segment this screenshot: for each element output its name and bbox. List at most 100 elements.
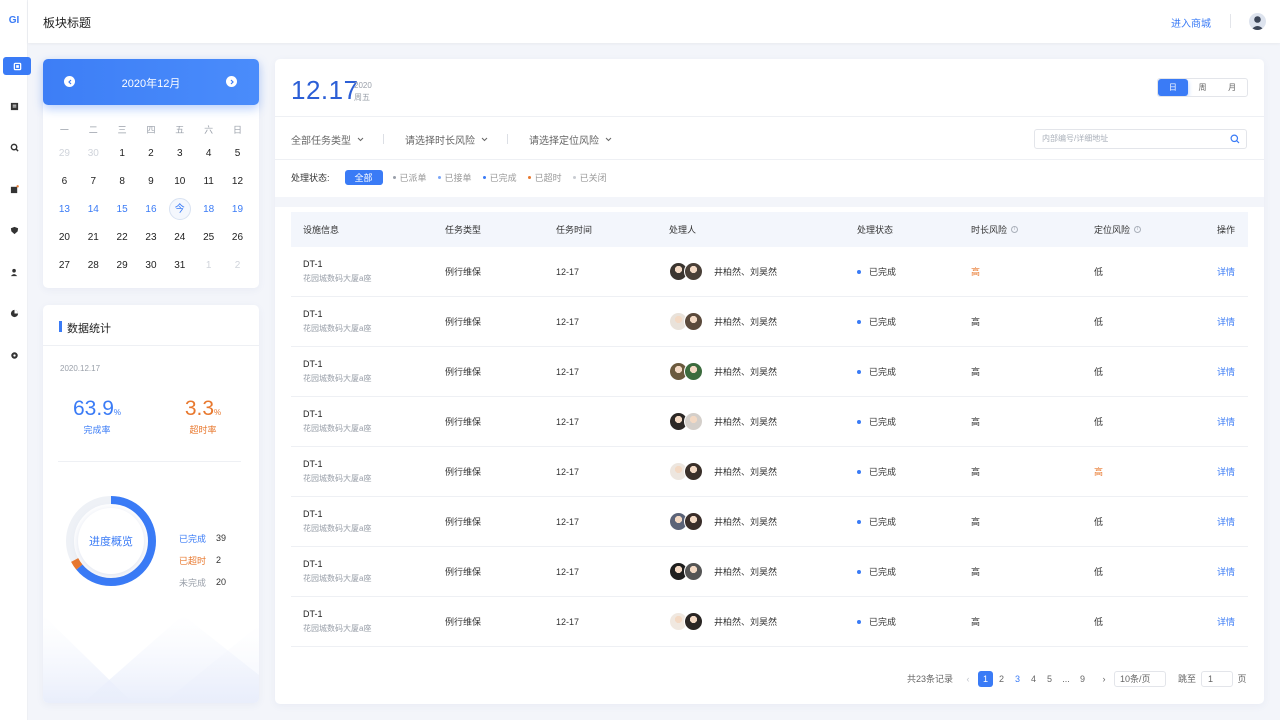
calendar-day[interactable]: 13 bbox=[50, 204, 79, 215]
user-avatar[interactable] bbox=[1249, 13, 1266, 30]
shield-nav-icon[interactable] bbox=[0, 221, 28, 239]
calendar-day[interactable]: 25 bbox=[194, 232, 223, 243]
handler-avatar[interactable] bbox=[684, 612, 703, 631]
calendar-day[interactable]: 14 bbox=[79, 204, 108, 215]
calendar-day[interactable]: 27 bbox=[50, 260, 79, 271]
mail-nav-icon[interactable] bbox=[0, 180, 28, 198]
calendar-day[interactable]: 30 bbox=[137, 260, 166, 271]
next-month-button[interactable] bbox=[226, 76, 237, 87]
table-header: 设施信息 任务类型 任务时间 处理人 处理状态 时长风险 i 定位风险 i 操作 bbox=[291, 212, 1248, 247]
status-chip[interactable]: 已派单 bbox=[392, 171, 427, 184]
dashboard-nav-icon[interactable] bbox=[3, 57, 31, 75]
user-nav-icon[interactable] bbox=[0, 263, 28, 281]
handler-avatar[interactable] bbox=[684, 262, 703, 281]
view-tab[interactable]: 月 bbox=[1217, 79, 1247, 96]
calendar-day[interactable]: 7 bbox=[79, 176, 108, 187]
chart-nav-icon[interactable] bbox=[0, 304, 28, 322]
calendar-day[interactable]: 8 bbox=[108, 176, 137, 187]
prev-page-button[interactable]: ‹ bbox=[963, 671, 973, 687]
calendar-day[interactable]: 21 bbox=[79, 232, 108, 243]
calendar-day[interactable]: 2 bbox=[223, 260, 252, 271]
calendar-day[interactable]: 1 bbox=[194, 260, 223, 271]
task-type-filter[interactable]: 全部任务类型 bbox=[291, 132, 364, 147]
search-input[interactable] bbox=[1042, 134, 1222, 143]
page-button[interactable]: 4 bbox=[1026, 671, 1041, 687]
page-button[interactable]: 5 bbox=[1042, 671, 1057, 687]
calendar-day[interactable]: 18 bbox=[194, 204, 223, 215]
location-risk-filter[interactable]: 请选择定位风险 bbox=[529, 132, 612, 147]
page-size-select[interactable]: 10条/页 bbox=[1114, 671, 1166, 687]
page-button[interactable]: 2 bbox=[994, 671, 1009, 687]
completion-rate-value: 63.9 bbox=[73, 397, 114, 420]
overtime-rate-unit: % bbox=[214, 408, 222, 417]
info-icon[interactable]: i bbox=[1011, 226, 1019, 233]
calendar-day[interactable]: 16 bbox=[137, 204, 166, 215]
calendar-day[interactable]: 19 bbox=[223, 204, 252, 215]
status-chip[interactable]: 已超时 bbox=[527, 171, 562, 184]
handler-avatar[interactable] bbox=[684, 362, 703, 381]
calendar-day[interactable]: 10 bbox=[165, 176, 194, 187]
handler-avatar[interactable] bbox=[684, 562, 703, 581]
calendar-day[interactable]: 1 bbox=[108, 148, 137, 159]
detail-link[interactable]: 详情 bbox=[1217, 565, 1235, 578]
status-text: 已完成 bbox=[869, 367, 897, 377]
calendar-day[interactable]: 2 bbox=[137, 148, 166, 159]
calendar-day[interactable]: 9 bbox=[137, 176, 166, 187]
chevron-down-icon bbox=[357, 137, 364, 142]
calendar-day[interactable]: 31 bbox=[165, 260, 194, 271]
column-header[interactable]: 定位风险 i bbox=[1094, 212, 1142, 247]
calendar-day[interactable]: 24 bbox=[165, 232, 194, 243]
page-button[interactable]: 1 bbox=[978, 671, 993, 687]
duration-risk-cell: 高 bbox=[971, 597, 980, 646]
calendar-day[interactable]: 26 bbox=[223, 232, 252, 243]
detail-link[interactable]: 详情 bbox=[1217, 265, 1235, 278]
calendar-day[interactable]: 5 bbox=[223, 148, 252, 159]
calendar-day[interactable]: 23 bbox=[137, 232, 166, 243]
status-chip[interactable]: 已接单 bbox=[437, 171, 472, 184]
calendar-day[interactable]: 4 bbox=[194, 148, 223, 159]
detail-link[interactable]: 详情 bbox=[1217, 415, 1235, 428]
detail-link[interactable]: 详情 bbox=[1217, 315, 1235, 328]
calendar-today[interactable]: 今 bbox=[165, 198, 194, 220]
view-tab[interactable]: 日 bbox=[1158, 79, 1188, 96]
search-icon[interactable] bbox=[1230, 134, 1240, 144]
calendar-day[interactable]: 6 bbox=[50, 176, 79, 187]
calendar-day[interactable]: 12 bbox=[223, 176, 252, 187]
calendar-day[interactable]: 28 bbox=[79, 260, 108, 271]
handler-avatar[interactable] bbox=[684, 462, 703, 481]
calendar-day[interactable]: 29 bbox=[50, 148, 79, 159]
handler-avatar[interactable] bbox=[684, 512, 703, 531]
calendar-day[interactable]: 3 bbox=[165, 148, 194, 159]
task-type-cell: 例行维保 bbox=[445, 597, 481, 646]
enter-shop-link[interactable]: 进入商城 bbox=[1171, 15, 1211, 30]
page-button[interactable]: ... bbox=[1058, 671, 1074, 687]
settings-nav-icon[interactable] bbox=[0, 346, 28, 364]
search-nav-icon[interactable] bbox=[0, 138, 28, 156]
column-header[interactable]: 时长风险 i bbox=[971, 212, 1019, 247]
location-risk-cell: 低 bbox=[1094, 247, 1103, 296]
status-chip[interactable]: 全部 bbox=[344, 169, 383, 185]
next-page-button[interactable]: › bbox=[1099, 671, 1109, 687]
detail-link[interactable]: 详情 bbox=[1217, 615, 1235, 628]
detail-link[interactable]: 详情 bbox=[1217, 465, 1235, 478]
status-chip[interactable]: 已完成 bbox=[482, 171, 517, 184]
calendar-day[interactable]: 15 bbox=[108, 204, 137, 215]
page-button[interactable]: 3 bbox=[1010, 671, 1025, 687]
detail-link[interactable]: 详情 bbox=[1217, 365, 1235, 378]
calendar-day[interactable]: 22 bbox=[108, 232, 137, 243]
handler-avatar[interactable] bbox=[684, 412, 703, 431]
view-tab[interactable]: 周 bbox=[1188, 79, 1218, 96]
calendar-day[interactable]: 20 bbox=[50, 232, 79, 243]
calendar-day[interactable]: 11 bbox=[194, 176, 223, 187]
detail-link[interactable]: 详情 bbox=[1217, 515, 1235, 528]
status-chip[interactable]: 已关闭 bbox=[572, 171, 607, 184]
calendar-day[interactable]: 30 bbox=[79, 148, 108, 159]
calendar-day[interactable]: 29 bbox=[108, 260, 137, 271]
handler-avatar[interactable] bbox=[684, 312, 703, 331]
list-nav-icon[interactable] bbox=[0, 97, 28, 115]
jump-page-input[interactable]: 1 bbox=[1201, 671, 1233, 687]
duration-risk-filter[interactable]: 请选择时长风险 bbox=[405, 132, 488, 147]
info-icon[interactable]: i bbox=[1134, 226, 1142, 233]
status-text: 已完成 bbox=[869, 267, 897, 277]
page-button[interactable]: 9 bbox=[1075, 671, 1090, 687]
